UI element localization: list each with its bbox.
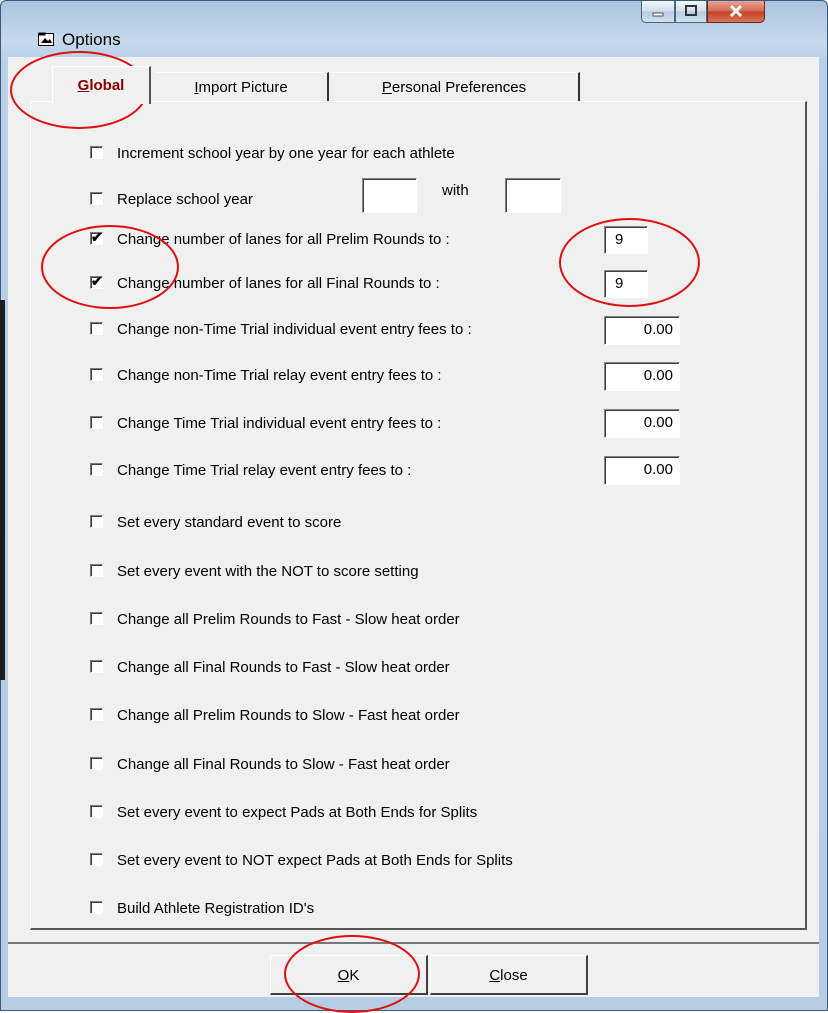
- option-checkbox[interactable]: ✔: [90, 228, 103, 245]
- option-label: Replace school year: [117, 191, 253, 208]
- option-label: Change all Final Rounds to Fast - Slow h…: [117, 659, 450, 676]
- option-label: Set every event to expect Pads at Both E…: [117, 804, 478, 821]
- checkmark-icon: ✔: [91, 228, 103, 245]
- option-label: Increment school year by one year for ea…: [117, 145, 455, 162]
- maximize-button[interactable]: [675, 1, 707, 23]
- option-label: Change number of lanes for all Final Rou…: [117, 275, 440, 292]
- option-row[interactable]: Set every event to NOT expect Pads at Bo…: [90, 851, 513, 871]
- option-label: Set every event with the NOT to score se…: [117, 563, 419, 580]
- tab-global[interactable]: Global: [52, 66, 151, 104]
- final-lanes-field[interactable]: 9: [604, 270, 648, 298]
- minimize-icon: [652, 12, 664, 17]
- option-checkbox[interactable]: [90, 415, 103, 429]
- option-label: Change all Final Rounds to Slow - Fast h…: [117, 756, 450, 773]
- option-row[interactable]: Change Time Trial individual event entry…: [90, 414, 441, 434]
- option-label: Build Athlete Registration ID's: [117, 900, 315, 917]
- option-row[interactable]: Replace school year: [90, 190, 253, 210]
- maximize-icon: [685, 5, 697, 16]
- option-label: Change number of lanes for all Prelim Ro…: [117, 231, 450, 248]
- option-checkbox[interactable]: [90, 900, 103, 914]
- tab-import-picture[interactable]: Import Picture: [155, 72, 329, 102]
- checkmark-icon: ✔: [91, 272, 103, 289]
- close-icon: [729, 4, 743, 18]
- window-title: Options: [62, 30, 121, 49]
- option-row[interactable]: Set every event with the NOT to score se…: [90, 562, 419, 582]
- option-row[interactable]: Change all Final Rounds to Slow - Fast h…: [90, 755, 450, 775]
- option-checkbox[interactable]: [90, 191, 103, 205]
- option-label: Change non-Time Trial individual event e…: [117, 321, 472, 338]
- option-label: Change all Prelim Rounds to Slow - Fast …: [117, 707, 460, 724]
- option-row[interactable]: Set every event to expect Pads at Both E…: [90, 803, 477, 823]
- option-checkbox[interactable]: [90, 611, 103, 625]
- option-label: Change non-Time Trial relay event entry …: [117, 367, 442, 384]
- option-row[interactable]: Change non-Time Trial individual event e…: [90, 320, 472, 340]
- option-checkbox[interactable]: [90, 804, 103, 818]
- title-bar[interactable]: Options: [0, 0, 828, 52]
- option-row[interactable]: Build Athlete Registration ID's: [90, 899, 314, 919]
- option-checkbox[interactable]: [90, 514, 103, 528]
- option-label: Change Time Trial relay event entry fees…: [117, 462, 412, 479]
- tt-individual-fee-field[interactable]: 0.00: [604, 409, 680, 438]
- ok-button[interactable]: OK: [270, 955, 428, 995]
- close-window-button[interactable]: [707, 1, 765, 23]
- option-row[interactable]: Set every standard event to score: [90, 513, 341, 533]
- option-checkbox[interactable]: [90, 145, 103, 159]
- option-label: Set every event to NOT expect Pads at Bo…: [117, 852, 513, 869]
- option-checkbox[interactable]: [90, 707, 103, 721]
- tt-relay-fee-field[interactable]: 0.00: [604, 456, 680, 485]
- option-checkbox[interactable]: [90, 756, 103, 770]
- replace-school-year-from-field[interactable]: [362, 178, 417, 213]
- option-checkbox[interactable]: [90, 462, 103, 476]
- option-row[interactable]: Change all Prelim Rounds to Fast - Slow …: [90, 610, 460, 630]
- option-checkbox[interactable]: [90, 321, 103, 335]
- option-row[interactable]: Change Time Trial relay event entry fees…: [90, 461, 411, 481]
- prelim-lanes-field[interactable]: 9: [604, 226, 648, 254]
- option-label: Change Time Trial individual event entry…: [117, 415, 442, 432]
- non-tt-individual-fee-field[interactable]: 0.00: [604, 316, 680, 345]
- with-label: with: [442, 182, 469, 199]
- option-row[interactable]: Change all Prelim Rounds to Slow - Fast …: [90, 706, 460, 726]
- option-row[interactable]: ✔ Change number of lanes for all Final Ro…: [90, 274, 440, 294]
- close-button[interactable]: Close: [430, 955, 588, 995]
- option-row[interactable]: Increment school year by one year for ea…: [90, 144, 455, 164]
- option-row[interactable]: ✔ Change number of lanes for all Prelim R…: [90, 230, 450, 250]
- option-label: Change all Prelim Rounds to Fast - Slow …: [117, 611, 460, 628]
- option-checkbox[interactable]: [90, 659, 103, 673]
- minimize-button[interactable]: [641, 1, 675, 23]
- background-edge: [0, 300, 5, 680]
- option-checkbox[interactable]: [90, 367, 103, 381]
- option-checkbox[interactable]: [90, 563, 103, 577]
- app-icon: [38, 32, 54, 46]
- option-checkbox[interactable]: [90, 852, 103, 866]
- option-checkbox[interactable]: ✔: [90, 272, 103, 289]
- tab-personal-preferences[interactable]: Personal Preferences: [330, 72, 580, 102]
- option-label: Set every standard event to score: [117, 514, 342, 531]
- option-row[interactable]: Change non-Time Trial relay event entry …: [90, 366, 442, 386]
- option-row[interactable]: Change all Final Rounds to Fast - Slow h…: [90, 658, 450, 678]
- replace-school-year-to-field[interactable]: [505, 178, 561, 213]
- non-tt-relay-fee-field[interactable]: 0.00: [604, 362, 680, 391]
